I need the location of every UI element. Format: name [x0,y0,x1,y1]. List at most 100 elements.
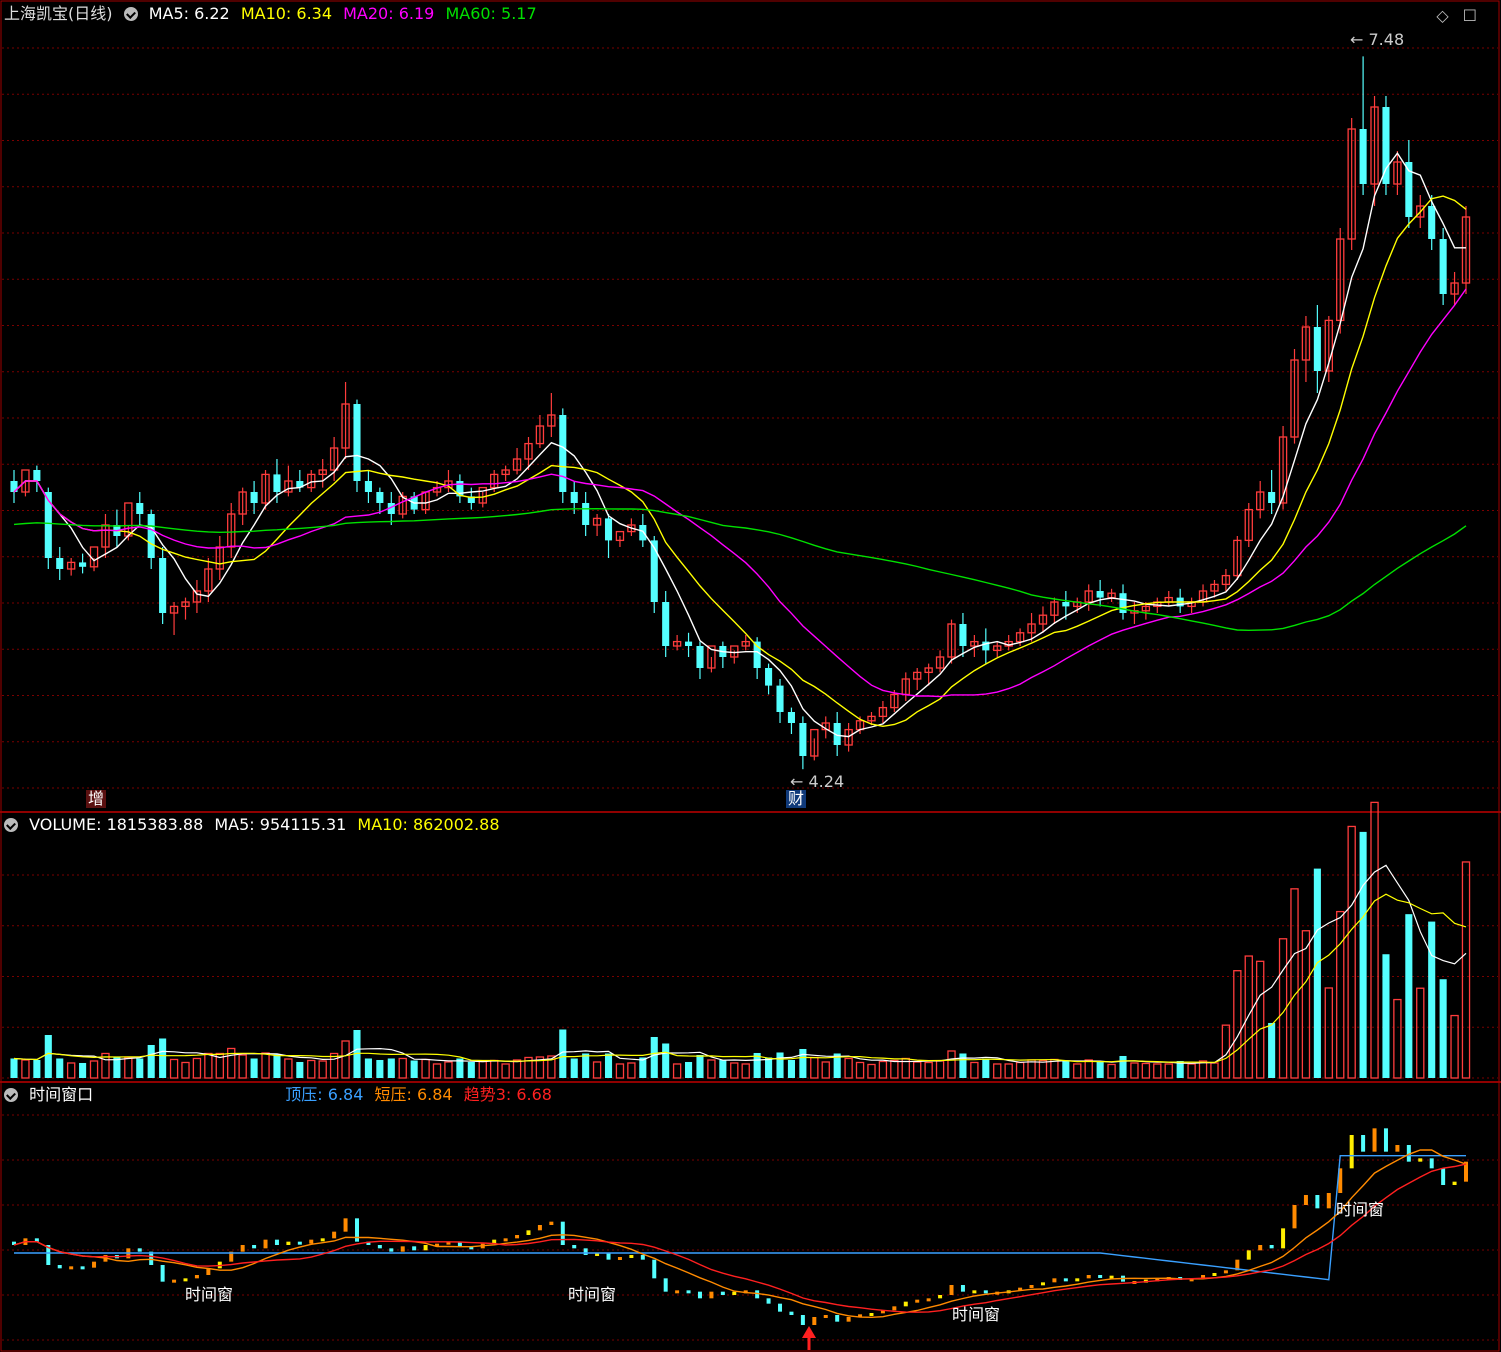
window-controls[interactable]: ◇☐ [1436,6,1491,25]
up-arrow-icon [802,1326,816,1338]
volume-bar [1336,910,1345,1079]
window-bar [1441,1168,1446,1185]
time-window-panel[interactable]: 时间窗 时间窗时间窗时间窗 [12,1128,1468,1350]
close-icon[interactable]: ☐ [1463,6,1491,25]
candle-body [136,503,144,514]
volume-bar [261,1052,270,1079]
window-bar [1383,1128,1388,1152]
time-window-label: 时间窗 [952,1305,1000,1324]
candle-body [662,602,670,646]
window-bar [812,1317,817,1325]
volume-bar [1153,1063,1162,1079]
window-bar [412,1246,417,1251]
settings-circle-icon[interactable] [4,1088,18,1102]
window-bar [92,1261,97,1268]
window-bar [1029,1285,1034,1288]
window-bar [617,1257,622,1260]
volume-bar [1393,998,1402,1079]
window-bar [1349,1135,1354,1169]
volume-bar [501,1063,510,1079]
window-bar [172,1279,177,1283]
window-bar [572,1245,577,1249]
volume-bar [821,1061,830,1079]
volume-bar [1313,868,1321,1078]
settings-circle-icon[interactable] [4,818,18,832]
window-bar [80,1266,85,1270]
window-bar [1418,1158,1423,1162]
candle-body [364,481,372,492]
window-bar [778,1303,783,1312]
window-bar [286,1241,291,1245]
volume-bar [489,1059,499,1079]
time-window-label: 时间窗 [1336,1200,1384,1219]
volume-bar [238,1054,247,1079]
window-bar [823,1315,828,1318]
volume-bar [376,1059,384,1078]
price-legend: 上海凯宝(日线) MA5: 6.22 MA10: 6.34 MA20: 6.19… [4,4,543,24]
window-bar [663,1278,668,1292]
window-bar [606,1253,611,1260]
window-bar [972,1290,977,1294]
window-bar [709,1291,714,1299]
volume-bar [478,1060,487,1079]
candle-body [79,562,87,567]
volume-panel[interactable] [10,801,1471,1079]
window-bar [892,1306,897,1311]
volume-bar [1130,1062,1139,1079]
volume-bar [730,1062,739,1079]
window-bar [583,1248,588,1255]
panel-title[interactable]: 上海凯宝(日线) [4,4,113,23]
window-bar [675,1290,680,1294]
window-bar [137,1248,142,1252]
candle-body [776,685,784,712]
volume-bar [1439,979,1447,1078]
window-bar [686,1290,691,1294]
candle-body [159,558,167,613]
volume-bar [1050,1058,1059,1079]
volume-bar [650,1036,658,1078]
window-bar [320,1238,325,1242]
window-bar [1281,1228,1286,1249]
volume-bar [387,1058,395,1078]
volume-bar [570,1058,578,1078]
event-tag-cai[interactable]: 财 [786,790,807,808]
window-bar [526,1230,531,1235]
volume-bar [1107,1063,1116,1079]
volume-bar [935,1060,945,1079]
volume-bar [66,1062,76,1079]
event-tag-zeng[interactable]: 增 [86,790,107,808]
volume-bar [604,1053,613,1078]
volume-bar [615,1063,625,1079]
volume-bar [1461,861,1471,1079]
indicator-title: 时间窗口 [29,1085,94,1104]
window-bar [263,1239,268,1249]
volume-bar [592,1061,602,1079]
window-bar [1429,1158,1434,1169]
volume-bar [1324,987,1333,1079]
window-bar [960,1285,965,1292]
volume-bar [947,1050,956,1079]
volume-bar [685,1061,693,1078]
window-bar [274,1239,279,1245]
chart-border [0,0,1500,1352]
volume-bar [250,1058,258,1078]
price-panel[interactable] [10,56,1471,770]
volume-label: VOLUME: 1815383.88 [29,815,204,834]
volume-bar [1164,1063,1173,1079]
stock-chart[interactable]: 时间窗 时间窗时间窗时间窗 [0,0,1501,1352]
window-bar [160,1265,165,1282]
volume-bar [204,1052,213,1079]
settings-circle-icon[interactable] [123,7,138,21]
volume-bar [924,1061,933,1079]
candle-body [44,492,52,558]
window-bar [1269,1245,1274,1249]
diamond-icon[interactable]: ◇ [1436,6,1462,25]
volume-bar [867,1063,876,1079]
volume-bar [696,1054,704,1078]
window-bar [1075,1278,1080,1282]
candle-body [959,624,967,646]
window-bar [57,1265,62,1269]
window-bar [560,1221,565,1245]
candle-body [1382,107,1390,184]
volume-bar [719,1059,727,1078]
